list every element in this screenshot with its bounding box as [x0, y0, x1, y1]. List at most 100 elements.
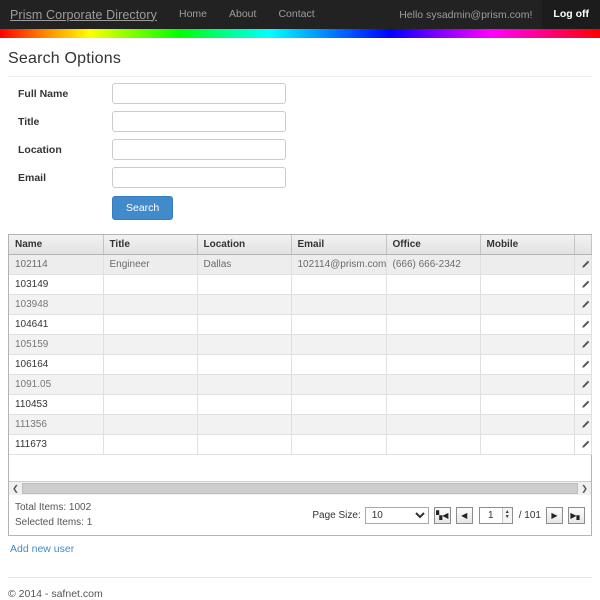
- cell-email[interactable]: [291, 414, 387, 435]
- cell-name[interactable]: 106164: [9, 354, 104, 375]
- table-row[interactable]: 103149: [9, 274, 592, 295]
- cell-location[interactable]: [197, 334, 292, 355]
- cell-office[interactable]: [386, 294, 481, 315]
- scrollbar-track[interactable]: [22, 481, 578, 495]
- cell-office[interactable]: [386, 394, 481, 415]
- table-row[interactable]: 111356: [9, 414, 592, 435]
- cell-location[interactable]: [197, 274, 292, 295]
- edit-row-button[interactable]: [574, 394, 592, 415]
- cell-name[interactable]: 104641: [9, 314, 104, 335]
- title-input[interactable]: [112, 111, 286, 132]
- table-row[interactable]: 102114 Engineer Dallas 102114@prism.com (666…: [9, 255, 592, 275]
- cell-title[interactable]: [103, 374, 198, 395]
- first-page-icon[interactable]: ▚◀: [433, 506, 451, 524]
- column-header-email[interactable]: Email: [291, 235, 387, 254]
- cell-mobile[interactable]: [480, 434, 575, 455]
- add-new-user-link[interactable]: Add new user: [10, 543, 74, 555]
- cell-mobile[interactable]: [480, 394, 575, 415]
- cell-location[interactable]: [197, 434, 292, 455]
- cell-title[interactable]: [103, 414, 198, 435]
- table-row[interactable]: 106164: [9, 354, 592, 375]
- cell-office[interactable]: [386, 334, 481, 355]
- cell-mobile[interactable]: [480, 294, 575, 315]
- cell-location[interactable]: [197, 354, 292, 375]
- horizontal-scrollbar[interactable]: ❮ ❯: [9, 481, 591, 495]
- chevron-left-icon[interactable]: ❮: [9, 481, 22, 495]
- edit-row-button[interactable]: [574, 314, 592, 335]
- column-header-location[interactable]: Location: [197, 235, 292, 254]
- cell-name[interactable]: 111673: [9, 434, 104, 455]
- table-row[interactable]: 104641: [9, 314, 592, 335]
- cell-email[interactable]: [291, 314, 387, 335]
- cell-title[interactable]: [103, 334, 198, 355]
- cell-title[interactable]: [103, 434, 198, 455]
- table-row[interactable]: 103948: [9, 294, 592, 315]
- column-header-title[interactable]: Title: [103, 235, 198, 254]
- cell-mobile[interactable]: [480, 314, 575, 335]
- cell-name[interactable]: 102114: [9, 255, 104, 275]
- cell-office[interactable]: [386, 314, 481, 335]
- cell-title[interactable]: [103, 294, 198, 315]
- chevron-right-icon[interactable]: ❯: [578, 481, 591, 495]
- table-row[interactable]: 1091.05: [9, 374, 592, 395]
- cell-email[interactable]: [291, 374, 387, 395]
- nav-link-about[interactable]: About: [218, 0, 267, 29]
- cell-name[interactable]: 110453: [9, 394, 104, 415]
- edit-row-button[interactable]: [574, 374, 592, 395]
- nav-link-home[interactable]: Home: [168, 0, 218, 29]
- email-input[interactable]: [112, 167, 286, 188]
- cell-email[interactable]: [291, 294, 387, 315]
- cell-title[interactable]: [103, 394, 198, 415]
- page-number-spinner[interactable]: ▲ ▼: [501, 507, 512, 523]
- table-row[interactable]: 110453: [9, 394, 592, 415]
- cell-name[interactable]: 103948: [9, 294, 104, 315]
- last-page-icon[interactable]: ▶▖: [568, 506, 585, 524]
- page-size-select[interactable]: 102050100: [364, 506, 429, 524]
- cell-location[interactable]: [197, 394, 292, 415]
- cell-office[interactable]: (666) 666-2342: [386, 255, 481, 275]
- edit-row-button[interactable]: [574, 354, 592, 375]
- column-header-office[interactable]: Office: [386, 235, 481, 254]
- page-number-stepper[interactable]: ▲ ▼: [478, 506, 513, 524]
- cell-email[interactable]: [291, 394, 387, 415]
- edit-row-button[interactable]: [574, 434, 592, 455]
- cell-mobile[interactable]: [480, 274, 575, 295]
- location-input[interactable]: [112, 139, 286, 160]
- cell-name[interactable]: 105159: [9, 334, 104, 355]
- cell-location[interactable]: Dallas: [197, 255, 292, 275]
- cell-office[interactable]: [386, 374, 481, 395]
- cell-email[interactable]: [291, 334, 387, 355]
- edit-row-button[interactable]: [574, 274, 592, 295]
- cell-office[interactable]: [386, 274, 481, 295]
- edit-row-button[interactable]: [574, 255, 592, 275]
- cell-location[interactable]: [197, 294, 292, 315]
- cell-office[interactable]: [386, 414, 481, 435]
- cell-title[interactable]: [103, 314, 198, 335]
- column-header-mobile[interactable]: Mobile: [480, 235, 575, 254]
- edit-row-button[interactable]: [574, 334, 592, 355]
- brand-link[interactable]: Prism Corporate Directory: [0, 8, 168, 22]
- prev-page-icon[interactable]: ◀: [455, 506, 473, 524]
- cell-email[interactable]: [291, 274, 387, 295]
- page-number-input[interactable]: [479, 507, 502, 523]
- column-header-name[interactable]: Name: [9, 235, 104, 254]
- spinner-down-icon[interactable]: ▼: [505, 515, 510, 520]
- cell-mobile[interactable]: [480, 374, 575, 395]
- cell-email[interactable]: [291, 354, 387, 375]
- search-button[interactable]: Search: [112, 196, 174, 220]
- next-page-icon[interactable]: ▶: [546, 506, 563, 524]
- cell-location[interactable]: [197, 414, 292, 435]
- full-name-input[interactable]: [112, 83, 286, 104]
- nav-link-contact[interactable]: Contact: [267, 0, 325, 29]
- table-row[interactable]: 105159: [9, 334, 592, 355]
- cell-location[interactable]: [197, 314, 292, 335]
- cell-name[interactable]: 1091.05: [9, 374, 104, 395]
- cell-mobile[interactable]: [480, 255, 575, 275]
- cell-name[interactable]: 103149: [9, 274, 104, 295]
- cell-title[interactable]: [103, 354, 198, 375]
- cell-office[interactable]: [386, 354, 481, 375]
- table-row[interactable]: 111673: [9, 434, 592, 455]
- log-off-button[interactable]: Log off: [542, 0, 600, 29]
- cell-name[interactable]: 111356: [9, 414, 104, 435]
- cell-email[interactable]: 102114@prism.com: [291, 255, 387, 275]
